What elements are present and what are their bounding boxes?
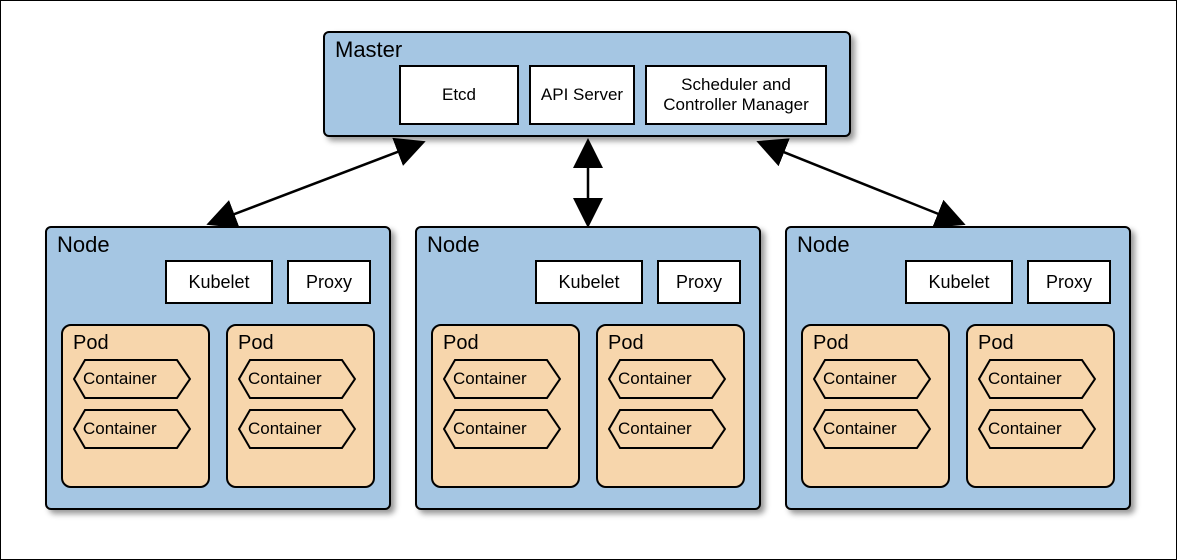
- container-box: Container: [238, 409, 356, 449]
- container-box: Container: [813, 409, 931, 449]
- container-box: Container: [978, 409, 1096, 449]
- container-box: Container: [73, 359, 191, 399]
- container-box: Container: [238, 359, 356, 399]
- component-kubelet: Kubelet: [535, 260, 643, 304]
- component-proxy: Proxy: [657, 260, 741, 304]
- component-api-server: API Server: [529, 65, 635, 125]
- pod-title: Pod: [443, 332, 568, 355]
- pod-title: Pod: [238, 332, 363, 355]
- pod-box: Pod Container Container: [431, 324, 580, 488]
- node-box: Node Kubelet Proxy Pod Container Contain…: [785, 226, 1131, 510]
- component-kubelet: Kubelet: [165, 260, 273, 304]
- node-box: Node Kubelet Proxy Pod Container Contain…: [45, 226, 391, 510]
- component-kubelet: Kubelet: [905, 260, 1013, 304]
- container-box: Container: [813, 359, 931, 399]
- master-box: Master Etcd API Server Scheduler and Con…: [323, 31, 851, 137]
- container-box: Container: [608, 409, 726, 449]
- container-box: Container: [73, 409, 191, 449]
- node-title: Node: [427, 232, 480, 258]
- architecture-diagram: Master Etcd API Server Scheduler and Con…: [31, 21, 1146, 539]
- container-box: Container: [443, 409, 561, 449]
- container-box: Container: [608, 359, 726, 399]
- node-title: Node: [797, 232, 850, 258]
- component-scheduler-controller: Scheduler and Controller Manager: [645, 65, 827, 125]
- master-title: Master: [335, 37, 402, 63]
- pod-title: Pod: [73, 332, 198, 355]
- arrow-master-node3: [741, 133, 1001, 233]
- node-box: Node Kubelet Proxy Pod Container Contain…: [415, 226, 761, 510]
- container-box: Container: [443, 359, 561, 399]
- container-box: Container: [978, 359, 1096, 399]
- pod-box: Pod Container Container: [61, 324, 210, 488]
- node-title: Node: [57, 232, 110, 258]
- arrow-master-node2: [551, 133, 631, 233]
- component-proxy: Proxy: [287, 260, 371, 304]
- pod-title: Pod: [608, 332, 733, 355]
- component-proxy: Proxy: [1027, 260, 1111, 304]
- pod-box: Pod Container Container: [801, 324, 950, 488]
- arrow-master-node1: [181, 133, 441, 233]
- component-etcd: Etcd: [399, 65, 519, 125]
- pod-box: Pod Container Container: [226, 324, 375, 488]
- pod-title: Pod: [813, 332, 938, 355]
- pod-title: Pod: [978, 332, 1103, 355]
- pod-box: Pod Container Container: [966, 324, 1115, 488]
- pod-box: Pod Container Container: [596, 324, 745, 488]
